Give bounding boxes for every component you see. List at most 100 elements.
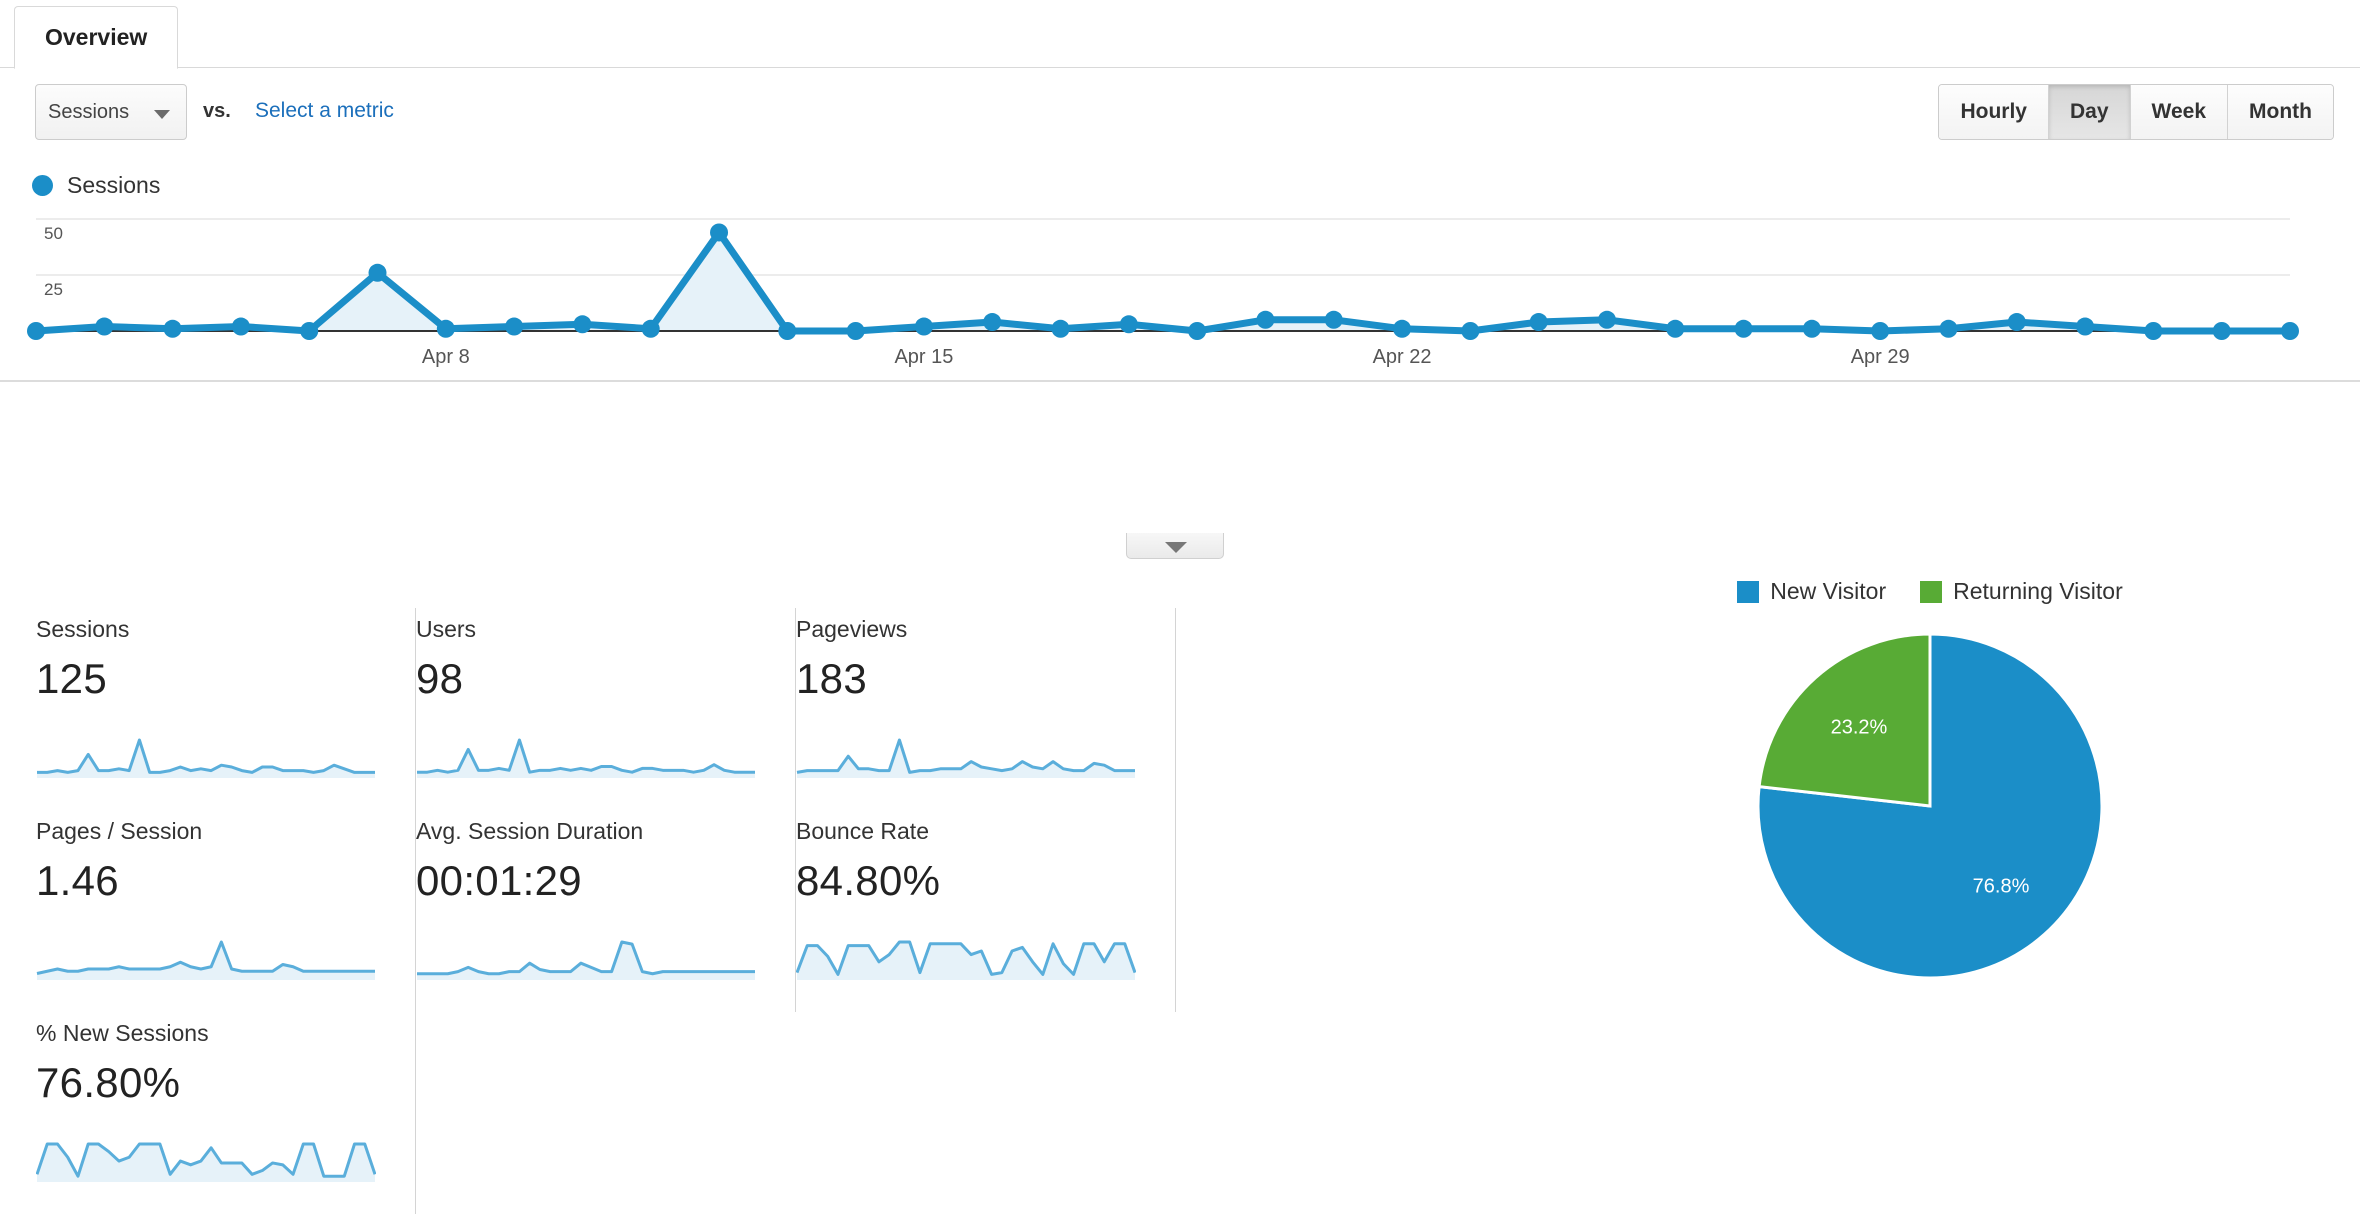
line-chart-data-point[interactable]	[505, 317, 524, 336]
metric-card-title: Sessions	[36, 616, 130, 642]
primary-metric-value: Sessions	[48, 100, 130, 123]
pie-legend: New Visitor Returning Visitor	[1690, 578, 2170, 605]
metric-card-value: 84.80%	[796, 857, 941, 904]
line-chart-data-point[interactable]	[300, 322, 319, 340]
metric-card-row: % New Sessions 76.80%	[36, 1012, 1196, 1214]
metric-sparkline	[796, 940, 1136, 980]
line-chart-data-point[interactable]	[2007, 313, 2026, 332]
metric-card-row: Pages / Session 1.46 Avg. Session Duration…	[36, 810, 1196, 1012]
metric-card[interactable]: Avg. Session Duration 00:01:29	[416, 810, 796, 1012]
y-axis-tick: 25	[44, 280, 63, 299]
pie-legend-label: Returning Visitor	[1953, 578, 2123, 604]
line-chart-data-point[interactable]	[1666, 319, 1685, 338]
metric-card-row: Sessions 125 Users 98 Pageviews 183	[36, 608, 1196, 810]
line-chart-data-point[interactable]	[573, 315, 592, 334]
line-chart-data-point[interactable]	[1119, 315, 1138, 334]
metric-card-title: Pageviews	[796, 616, 908, 642]
metric-card[interactable]: Pageviews 183	[796, 608, 1176, 810]
line-chart-legend: Sessions	[32, 172, 160, 199]
line-chart-data-point[interactable]	[231, 317, 250, 336]
line-chart-data-point[interactable]	[1051, 319, 1070, 338]
chevron-down-icon	[1165, 542, 1187, 553]
metric-sparkline	[417, 738, 755, 778]
metric-card[interactable]: % New Sessions 76.80%	[36, 1012, 416, 1214]
metric-card-title: Bounce Rate	[796, 818, 929, 844]
metric-card-value: 1.46	[36, 857, 119, 904]
granularity-week[interactable]: Week	[2130, 85, 2229, 139]
metric-card[interactable]: Bounce Rate 84.80%	[796, 810, 1176, 1012]
select-metric-link[interactable]: Select a metric	[255, 99, 394, 123]
line-chart-data-point[interactable]	[2144, 322, 2163, 340]
metric-sparkline	[36, 940, 375, 980]
metric-card[interactable]: Users 98	[416, 608, 796, 810]
line-chart-data-point[interactable]	[2212, 322, 2231, 340]
pie-legend-item[interactable]: Returning Visitor	[1920, 578, 2123, 605]
line-chart-data-point[interactable]	[1597, 310, 1616, 329]
metric-sparkline	[417, 940, 755, 980]
legend-series-dot-icon	[32, 175, 53, 196]
metric-card-grid: Sessions 125 Users 98 Pageviews 183 Pages / Se…	[36, 608, 1196, 1214]
metric-card-value: 183	[796, 655, 867, 702]
line-chart-data-point[interactable]	[1461, 322, 1480, 340]
line-chart-data-point[interactable]	[641, 319, 660, 338]
granularity-button-group: Hourly Day Week Month	[1938, 84, 2334, 140]
chevron-down-icon	[154, 110, 170, 119]
tab-overview[interactable]: Overview	[14, 6, 179, 69]
x-axis-tick: Apr 22	[1373, 346, 1432, 368]
line-chart-data-point[interactable]	[436, 319, 455, 338]
line-chart-data-point[interactable]	[163, 319, 182, 338]
metric-sparkline	[36, 1142, 376, 1182]
line-chart-data-point[interactable]	[778, 322, 797, 340]
metric-card[interactable]: Sessions 125	[36, 608, 416, 810]
x-axis-tick: Apr 15	[894, 346, 953, 368]
line-chart-data-point[interactable]	[1188, 322, 1207, 340]
metric-card-value: 125	[36, 655, 107, 702]
line-chart-data-point[interactable]	[983, 313, 1002, 332]
metric-card-title: Pages / Session	[36, 818, 203, 844]
visitor-type-pie-chart[interactable]: 76.8% 23.2%	[1755, 631, 2105, 981]
line-chart-data-point[interactable]	[368, 263, 387, 282]
granularity-month[interactable]: Month	[2228, 85, 2333, 139]
line-chart-data-point[interactable]	[846, 322, 865, 340]
granularity-day[interactable]: Day	[2049, 85, 2131, 139]
chart-collapse-handle[interactable]	[1126, 533, 1224, 559]
pie-legend-swatch-icon	[1737, 580, 1760, 603]
line-chart-data-point[interactable]	[1529, 313, 1548, 332]
line-chart-data-point[interactable]	[1734, 319, 1753, 338]
pie-legend-swatch-icon	[1920, 580, 1943, 603]
line-chart-data-point[interactable]	[1256, 310, 1275, 329]
pie-slice-percent-label: 76.8%	[1973, 876, 2030, 898]
x-axis-tick: Apr 8	[422, 346, 470, 368]
metric-card[interactable]: Pages / Session 1.46	[36, 810, 416, 1012]
line-chart-data-point[interactable]	[1324, 310, 1343, 329]
granularity-hourly[interactable]: Hourly	[1939, 85, 2049, 139]
line-chart-data-point[interactable]	[1871, 322, 1890, 340]
pie-slice-percent-label: 23.2%	[1831, 716, 1888, 738]
line-chart-data-point[interactable]	[27, 322, 45, 340]
line-chart-data-point[interactable]	[1393, 319, 1412, 338]
metric-card-value: 98	[416, 655, 464, 702]
y-axis-tick: 50	[44, 224, 63, 243]
pie-legend-item[interactable]: New Visitor	[1737, 578, 1886, 605]
tab-strip: Overview	[0, 0, 2360, 69]
tab-overview-label: Overview	[45, 24, 148, 50]
metric-sparkline	[796, 738, 1135, 778]
metric-card-title: Users	[416, 616, 477, 642]
line-chart-data-point[interactable]	[2281, 322, 2299, 340]
line-chart-data-point[interactable]	[710, 223, 729, 242]
primary-metric-select[interactable]: Sessions	[35, 84, 187, 140]
sessions-line-chart[interactable]: 50 25 Apr 8 Apr 15 Apr 22 Apr 29	[0, 215, 2360, 535]
metric-card-title: Avg. Session Duration	[416, 818, 644, 844]
vs-label: vs.	[203, 100, 231, 122]
metric-card-value: 76.80%	[36, 1059, 181, 1106]
line-chart-data-point[interactable]	[1939, 319, 1958, 338]
chart-control-bar: Sessions vs. Select a metric Hourly Day We…	[0, 68, 2360, 142]
metric-card-title: % New Sessions	[36, 1020, 209, 1046]
line-chart-data-point[interactable]	[914, 317, 933, 336]
pie-legend-label: New Visitor	[1770, 578, 1887, 604]
sessions-line-chart-svg: 50 25 Apr 8 Apr 15 Apr 22 Apr 29	[0, 218, 2360, 382]
line-chart-data-point[interactable]	[1802, 319, 1821, 338]
line-chart-data-point[interactable]	[2076, 317, 2095, 336]
metric-card-value: 00:01:29	[416, 857, 582, 904]
line-chart-data-point[interactable]	[95, 317, 114, 336]
